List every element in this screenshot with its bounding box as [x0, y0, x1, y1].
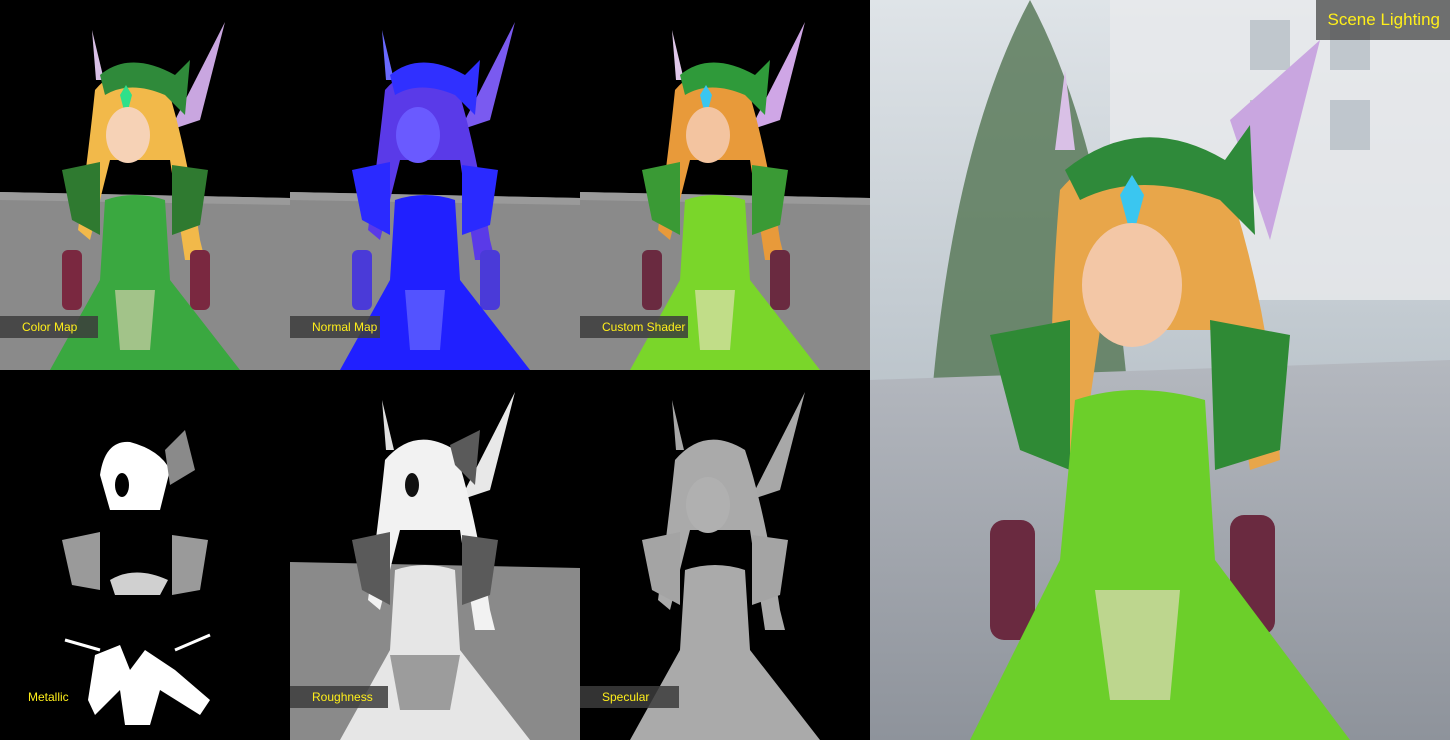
specular-label: Specular: [580, 686, 679, 708]
custom-shader-render: [580, 22, 870, 370]
roughness-render: [290, 392, 580, 740]
normal-map-panel[interactable]: Normal Map: [290, 0, 580, 370]
color-map-label: Color Map: [0, 316, 98, 338]
metallic-render: [62, 430, 211, 725]
metallic-label: Metallic: [28, 690, 69, 704]
normal-map-render: [290, 22, 580, 370]
color-map-render: [0, 22, 290, 370]
custom-shader-label: Custom Shader: [580, 316, 688, 338]
scene-lighting-label: Scene Lighting: [1315, 0, 1450, 40]
specular-render: [630, 392, 820, 740]
color-map-panel[interactable]: Color Map: [0, 0, 290, 370]
normal-map-label: Normal Map: [290, 316, 380, 338]
custom-shader-panel[interactable]: Custom Shader: [580, 0, 870, 370]
scene-lighting-panel[interactable]: Scene Lighting: [870, 0, 1450, 740]
render-pass-grid: Color Map Normal Map Custom Shader Metal…: [0, 0, 870, 740]
roughness-panel[interactable]: Roughness: [290, 370, 580, 740]
metallic-panel[interactable]: Metallic: [0, 370, 290, 740]
roughness-label: Roughness: [290, 686, 388, 708]
scene-lighting-render: [870, 0, 1450, 740]
specular-panel[interactable]: Specular: [580, 370, 870, 740]
